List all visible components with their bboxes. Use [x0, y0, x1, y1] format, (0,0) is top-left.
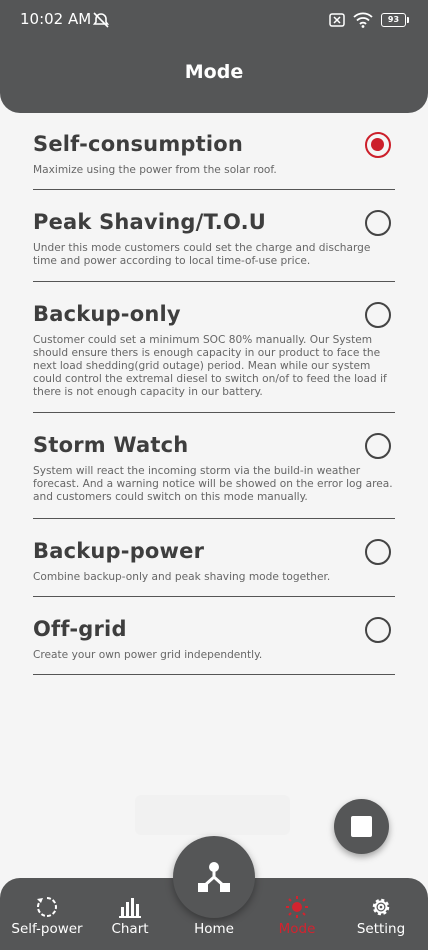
- mode-item-off-grid[interactable]: Off-grid Create your own power grid inde…: [33, 597, 395, 675]
- mode-title: Backup-power: [33, 539, 205, 563]
- radio-peak-shaving[interactable]: [365, 210, 391, 236]
- radio-backup-power[interactable]: [365, 539, 391, 565]
- alarm-off-icon: [92, 12, 110, 28]
- home-button[interactable]: [173, 836, 255, 918]
- status-bar: 10:02 AM 93: [0, 0, 428, 40]
- mode-item-backup-only[interactable]: Backup-only Customer could set a minimum…: [33, 282, 395, 413]
- stop-button[interactable]: [334, 799, 389, 854]
- nav-label-home[interactable]: Home: [174, 921, 254, 937]
- radio-self-consumption[interactable]: [365, 132, 391, 158]
- radio-off-grid[interactable]: [365, 617, 391, 643]
- nav-item-self-power[interactable]: Self-power: [6, 878, 88, 950]
- mode-list: Self-consumption Maximize using the powe…: [33, 122, 395, 675]
- nav-label: Chart: [111, 921, 149, 937]
- nav-item-mode[interactable]: Mode: [267, 878, 327, 950]
- mode-description: Combine backup-only and peak shaving mod…: [33, 571, 331, 583]
- nav-label: Self-power: [11, 921, 83, 937]
- nav-label: Mode: [278, 921, 316, 937]
- mode-item-storm-watch[interactable]: Storm Watch System will react the incomi…: [33, 413, 395, 519]
- circle-arrow-icon: [37, 897, 57, 917]
- mode-item-self-consumption[interactable]: Self-consumption Maximize using the powe…: [33, 122, 395, 190]
- no-sim-icon: [329, 13, 345, 27]
- mode-item-peak-shaving[interactable]: Peak Shaving/T.O.U Under this mode custo…: [33, 190, 395, 282]
- mode-title: Backup-only: [33, 302, 181, 326]
- bar-chart-icon: [119, 898, 141, 918]
- mode-item-backup-power[interactable]: Backup-power Combine backup-only and pea…: [33, 519, 395, 597]
- nav-item-setting[interactable]: Setting: [350, 878, 412, 950]
- mode-title: Self-consumption: [33, 132, 244, 156]
- status-time: 10:02 AM: [20, 10, 92, 28]
- mode-title: Off-grid: [33, 617, 127, 641]
- mode-description: Customer could set a minimum SOC 80% man…: [33, 334, 387, 398]
- sun-icon: [286, 896, 308, 918]
- wifi-icon: [353, 12, 373, 28]
- radio-backup-only[interactable]: [365, 302, 391, 328]
- page-title: Mode: [184, 61, 244, 83]
- mode-description: Maximize using the power from the solar …: [33, 164, 277, 176]
- network-icon: [198, 862, 230, 892]
- mode-description: System will react the incoming storm via…: [33, 465, 393, 503]
- faint-background-button: [135, 795, 290, 835]
- battery-icon: 93: [381, 13, 409, 27]
- mode-title: Peak Shaving/T.O.U: [33, 210, 267, 234]
- status-icons: 93: [329, 11, 409, 29]
- app-header: 10:02 AM 93 Mode: [0, 0, 428, 113]
- mode-description: Create your own power grid independently…: [33, 649, 263, 661]
- mode-description: Under this mode customers could set the …: [33, 242, 371, 267]
- nav-item-chart[interactable]: Chart: [100, 878, 160, 950]
- nav-label: Setting: [356, 921, 406, 937]
- radio-storm-watch[interactable]: [365, 433, 391, 459]
- gear-icon: [372, 898, 390, 916]
- mode-title: Storm Watch: [33, 433, 189, 457]
- stop-icon: [351, 816, 372, 837]
